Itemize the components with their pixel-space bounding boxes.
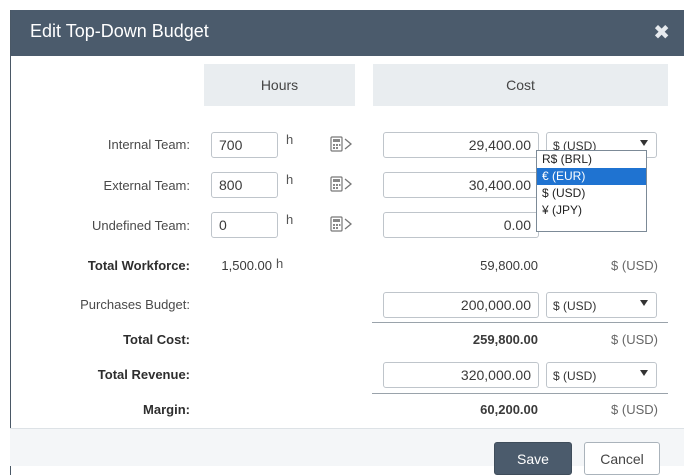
cancel-button[interactable]: Cancel bbox=[584, 442, 660, 475]
undefined-hours-input[interactable] bbox=[211, 212, 278, 238]
total-cost-currency: $ (USD) bbox=[611, 332, 658, 347]
total-cost-label: Total Cost: bbox=[123, 332, 190, 347]
internal-hours-unit: h bbox=[286, 132, 294, 147]
calculator-arrow-icon[interactable] bbox=[330, 176, 354, 194]
total-workforce-unit: h bbox=[276, 256, 284, 271]
currency-dropdown-list: R$ (BRL) € (EUR) $ (USD) ¥ (JPY) bbox=[536, 150, 647, 232]
external-hours-input[interactable] bbox=[211, 172, 278, 198]
total-workforce-hours: 1,500.00 bbox=[221, 258, 272, 273]
revenue-currency-value: $ (USD) bbox=[553, 369, 597, 383]
total-revenue-label: Total Revenue: bbox=[97, 367, 190, 382]
total-workforce-cost: 59,800.00 bbox=[480, 258, 538, 273]
margin-currency: $ (USD) bbox=[611, 402, 658, 417]
external-team-label: External Team: bbox=[103, 178, 190, 193]
undefined-team-label: Undefined Team: bbox=[91, 218, 190, 233]
divider bbox=[372, 393, 668, 394]
currency-option-usd[interactable]: $ (USD) bbox=[537, 185, 646, 202]
currency-option-eur[interactable]: € (EUR) bbox=[537, 168, 646, 185]
margin-label: Margin: bbox=[143, 402, 190, 417]
internal-hours-input[interactable] bbox=[211, 132, 278, 158]
purchases-currency-select[interactable]: $ (USD) bbox=[546, 292, 657, 318]
total-workforce-currency: $ (USD) bbox=[611, 258, 658, 273]
internal-cost-input[interactable] bbox=[383, 132, 539, 158]
undefined-cost-input[interactable] bbox=[383, 212, 539, 238]
hours-column-header: Hours bbox=[204, 64, 355, 106]
save-button[interactable]: Save bbox=[494, 442, 572, 475]
chevron-down-icon bbox=[640, 140, 648, 146]
chevron-down-icon bbox=[640, 300, 648, 306]
margin-value: 60,200.00 bbox=[480, 402, 538, 417]
total-workforce-label: Total Workforce: bbox=[87, 258, 190, 273]
total-cost-value: 259,800.00 bbox=[472, 332, 538, 347]
revenue-currency-select[interactable]: $ (USD) bbox=[546, 362, 657, 388]
purchases-budget-label: Purchases Budget: bbox=[80, 297, 190, 312]
calculator-arrow-icon[interactable] bbox=[330, 216, 354, 234]
purchases-cost-input[interactable] bbox=[383, 292, 539, 318]
divider bbox=[372, 322, 668, 323]
dialog-title: Edit Top-Down Budget bbox=[30, 21, 209, 41]
undefined-hours-unit: h bbox=[286, 212, 294, 227]
dialog-footer bbox=[10, 428, 684, 466]
cost-column-header: Cost bbox=[373, 64, 668, 106]
external-cost-input[interactable] bbox=[383, 172, 539, 198]
currency-option-jpy[interactable]: ¥ (JPY) bbox=[537, 202, 646, 219]
total-revenue-input[interactable] bbox=[383, 362, 539, 388]
currency-option-brl[interactable]: R$ (BRL) bbox=[537, 151, 646, 168]
dialog-titlebar: Edit Top-Down Budget ✖ bbox=[11, 10, 684, 56]
external-hours-unit: h bbox=[286, 172, 294, 187]
chevron-down-icon bbox=[640, 370, 648, 376]
close-icon[interactable]: ✖ bbox=[653, 20, 670, 45]
internal-team-label: Internal Team: bbox=[107, 137, 190, 152]
calculator-arrow-icon[interactable] bbox=[330, 136, 354, 154]
purchases-currency-value: $ (USD) bbox=[553, 299, 597, 313]
